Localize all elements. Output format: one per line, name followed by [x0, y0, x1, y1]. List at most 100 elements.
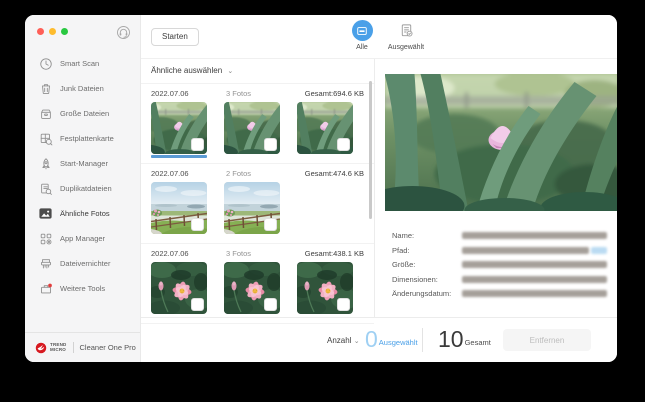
sidebar-item-label: Große Dateien: [60, 109, 109, 118]
group-total-size: Gesamt:438.1 KB: [305, 249, 364, 258]
app-window: Smart Scan Junk Dateien Große Dateien Festp…: [25, 15, 617, 362]
thumbnail-checkbox[interactable]: [264, 138, 277, 151]
tab-alle[interactable]: Alle: [340, 20, 384, 51]
group-date: 2022.07.06: [151, 89, 226, 98]
detail-label: Dimensionen:: [392, 275, 462, 284]
group-total-size: Gesamt:694.6 KB: [305, 89, 364, 98]
sidebar-item-file-shredder[interactable]: Dateivernichter: [25, 251, 140, 276]
sidebar-item-duplicate-files[interactable]: Duplikatdateien: [25, 176, 140, 201]
photo-thumbnail[interactable]: [224, 262, 280, 318]
file-details: Name:Pfad:Größe:Dimensionen:Änderungsdat…: [392, 231, 607, 304]
trend-micro-logo-icon: [35, 342, 47, 354]
thumbnail-checkbox[interactable]: [264, 218, 277, 231]
tab-ausgewaehlt-label: Ausgewählt: [388, 44, 424, 51]
group-total-size: Gesamt:474.6 KB: [305, 169, 364, 178]
preview-photo: [385, 74, 617, 211]
selected-count-value: 0: [365, 328, 378, 350]
group-header: 2022.07.062 FotosGesamt:474.6 KB: [151, 169, 364, 178]
sidebar-item-big-files[interactable]: Große Dateien: [25, 101, 140, 126]
chevron-down-icon: ⌄: [354, 338, 360, 345]
big-files-icon: [38, 106, 53, 121]
thumbnail-checkbox[interactable]: [337, 138, 350, 151]
group-header: 2022.07.063 FotosGesamt:694.6 KB: [151, 89, 364, 98]
detail-row: Name:: [392, 231, 607, 240]
app-manager-icon: [38, 231, 53, 246]
disk-map-icon: [38, 131, 53, 146]
thumbnail-row: [151, 262, 364, 318]
product-name: Cleaner One Pro: [80, 343, 136, 352]
junk-files-icon: [38, 81, 53, 96]
chevron-down-icon: ⌄: [227, 68, 233, 75]
close-window-button[interactable]: [37, 28, 44, 35]
sidebar-item-disk-map[interactable]: Festplattenkarte: [25, 126, 140, 151]
main-panel: Starten Alle: [141, 15, 617, 362]
content-area: Ähnliche auswählen ⌄ 2022.07.063 FotosGe…: [141, 59, 617, 317]
thumbnail-checkbox[interactable]: [191, 218, 204, 231]
sidebar-item-label: Duplikatdateien: [60, 184, 112, 193]
list-scrollbar[interactable]: [369, 81, 372, 219]
sidebar-nav: Smart Scan Junk Dateien Große Dateien Festp…: [25, 51, 140, 301]
zoom-window-button[interactable]: [61, 28, 68, 35]
group-date: 2022.07.06: [151, 169, 226, 178]
sidebar-item-similar-photos[interactable]: Ähnliche Fotos: [25, 201, 140, 226]
preview-panel: Name:Pfad:Größe:Dimensionen:Änderungsdat…: [375, 59, 617, 317]
count-dropdown-label: Anzahl: [327, 336, 351, 345]
footer-bar: Anzahl ⌄ 0 Ausgewählt 10 Gesamt Entferne…: [141, 317, 617, 362]
thumbnail-checkbox[interactable]: [337, 298, 350, 311]
sidebar-item-smart-scan[interactable]: Smart Scan: [25, 51, 140, 76]
photo-thumbnail[interactable]: [151, 262, 207, 318]
similar-photos-icon: [38, 206, 53, 221]
sidebar-item-label: Ähnliche Fotos: [60, 209, 110, 218]
toolbar: Starten Alle: [141, 15, 617, 59]
detail-label: Pfad:: [392, 246, 462, 255]
redacted-value: [462, 247, 589, 254]
thumbnail-checkbox[interactable]: [191, 298, 204, 311]
duplicate-files-icon: [38, 181, 53, 196]
minimize-window-button[interactable]: [49, 28, 56, 35]
trend-micro-wordmark: TREND MICRO: [50, 343, 67, 352]
select-similar-dropdown[interactable]: Ähnliche auswählen ⌄: [141, 59, 374, 84]
sidebar-footer: TREND MICRO Cleaner One Pro: [25, 332, 140, 362]
support-headset-icon[interactable]: [116, 25, 131, 40]
photo-thumbnail[interactable]: [297, 102, 353, 158]
photo-thumbnail[interactable]: [224, 182, 280, 238]
photo-group: 2022.07.063 FotosGesamt:694.6 KB: [141, 84, 374, 164]
sidebar-item-startup-manager[interactable]: Start-Manager: [25, 151, 140, 176]
sidebar-item-label: Junk Dateien: [60, 84, 104, 93]
sidebar-item-junk-files[interactable]: Junk Dateien: [25, 76, 140, 101]
thumbnail-checkbox[interactable]: [191, 138, 204, 151]
tab-alle-label: Alle: [356, 44, 368, 51]
sidebar-item-more-tools[interactable]: Weitere Tools: [25, 276, 140, 301]
thumbnail-checkbox[interactable]: [264, 298, 277, 311]
sidebar-item-label: Weitere Tools: [60, 284, 105, 293]
redacted-value: [462, 290, 607, 297]
selected-items-icon: [396, 20, 417, 41]
total-counter: 10 Gesamt: [438, 328, 491, 350]
tab-ausgewaehlt[interactable]: Ausgewählt: [384, 20, 428, 51]
photo-group: 2022.07.062 FotosGesamt:474.6 KB: [141, 164, 374, 244]
filter-label: Ähnliche auswählen: [151, 66, 222, 75]
redacted-value: [462, 232, 607, 239]
photo-groups: 2022.07.063 FotosGesamt:694.6 KB: [141, 84, 374, 324]
count-dropdown[interactable]: Anzahl ⌄: [327, 336, 360, 345]
photo-thumbnail[interactable]: [151, 102, 207, 158]
total-count-label: Gesamt: [465, 338, 491, 350]
start-scan-button[interactable]: Starten: [151, 28, 199, 46]
photo-thumbnail[interactable]: [297, 262, 353, 318]
detail-row: Änderungsdatum:: [392, 289, 607, 298]
group-date: 2022.07.06: [151, 249, 226, 258]
photo-thumbnail[interactable]: [224, 102, 280, 158]
detail-row: Pfad:: [392, 246, 607, 255]
sidebar-item-app-manager[interactable]: App Manager: [25, 226, 140, 251]
file-shredder-icon: [38, 256, 53, 271]
sidebar-item-label: Start-Manager: [60, 159, 108, 168]
sidebar-item-label: Dateivernichter: [60, 259, 110, 268]
selected-counter: 0 Ausgewählt: [365, 328, 418, 350]
photo-thumbnail[interactable]: [151, 182, 207, 238]
group-photo-count: 2 Fotos: [226, 169, 305, 178]
smart-scan-icon: [38, 56, 53, 71]
counter-divider: [422, 328, 423, 352]
group-header: 2022.07.063 FotosGesamt:438.1 KB: [151, 249, 364, 258]
window-controls: [37, 28, 68, 35]
remove-button[interactable]: Entfernen: [503, 329, 591, 351]
